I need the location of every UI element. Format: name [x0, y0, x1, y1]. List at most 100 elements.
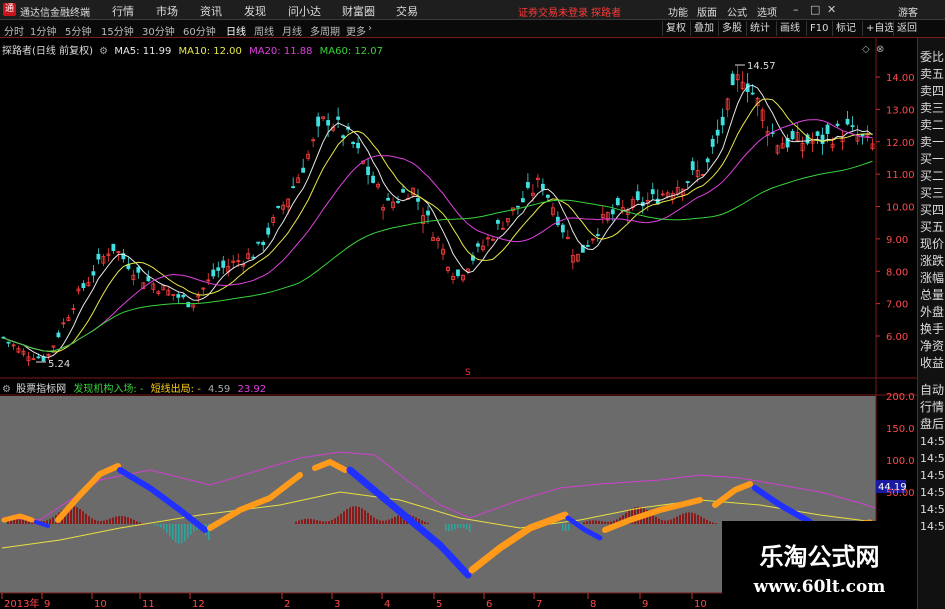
back-button[interactable]: 返回	[893, 21, 920, 36]
more-chevron-icon[interactable]: ›	[368, 23, 372, 34]
hist-bar-red	[49, 519, 51, 524]
close-button[interactable]: ✕	[827, 3, 836, 16]
f10-button[interactable]: F10	[806, 21, 831, 36]
hist-bar-red	[355, 506, 357, 524]
hist-bar-teal	[178, 524, 180, 544]
guest-button[interactable]: 游客	[898, 4, 918, 19]
menu-faxian[interactable]: 发现	[244, 3, 266, 19]
hist-bar-red	[658, 518, 660, 524]
tab-30min[interactable]: 30分钟	[142, 23, 175, 38]
hist-bar-red	[316, 520, 318, 524]
tab-5min[interactable]: 5分钟	[65, 23, 91, 38]
hist-bar-teal	[181, 524, 183, 544]
menu-caifuquan[interactable]: 财富圈	[342, 3, 375, 19]
hist-bar-red	[7, 521, 9, 524]
hist-bar-red	[94, 519, 96, 524]
multi-stock-button[interactable]: 多股	[718, 21, 745, 36]
date-tick-label: 5	[436, 599, 442, 609]
menu-zixun[interactable]: 资讯	[200, 3, 222, 19]
hist-bar-red	[691, 512, 693, 524]
price-tick-label: 11.00	[886, 170, 915, 181]
hist-bar-teal	[562, 524, 564, 531]
price-tick-label: 8.00	[886, 267, 908, 278]
candle-body	[221, 260, 226, 268]
tab-weekly[interactable]: 周线	[254, 23, 274, 38]
hist-bar-red	[373, 517, 375, 524]
menu-wenxiaoda[interactable]: 问小达	[288, 3, 321, 19]
candle-body	[316, 116, 321, 127]
draw-line-button[interactable]: 画线	[776, 21, 803, 36]
sub-info-bar: ⚙ 股票指标网 发现机构入场: - 短线出局: - 4.59 23.92	[2, 380, 266, 395]
hist-bar-red	[319, 520, 321, 524]
hist-bar-red	[76, 507, 78, 524]
hist-bar-red	[688, 512, 690, 524]
date-tick-label: 9	[44, 599, 50, 609]
hist-bar-red	[82, 511, 84, 524]
hist-bar-red	[334, 518, 336, 524]
date-tick-label: 12	[192, 599, 205, 609]
menu-gongneng[interactable]: 功能	[668, 4, 688, 19]
stats-button[interactable]: 统计	[746, 21, 773, 36]
hist-bar-red	[679, 514, 681, 524]
hist-bar-red	[715, 523, 717, 524]
candle-body	[496, 220, 500, 224]
candle-body	[136, 267, 141, 273]
hist-bar-teal	[451, 524, 453, 531]
hist-bar-red	[604, 521, 606, 524]
date-tick-label: 10	[694, 599, 707, 609]
tab-60min[interactable]: 60分钟	[183, 23, 216, 38]
tick-time: 14:50	[920, 503, 945, 516]
tab-more[interactable]: 更多	[346, 23, 366, 38]
tab-monthly[interactable]: 月线	[282, 23, 302, 38]
hist-bar-teal	[469, 524, 471, 533]
close-chart-icon: ⊗	[876, 44, 884, 55]
menu-bar: 通 通达信金融终端 行情 市场 资讯 发现 问小达 财富圈 交易 证券交易未登录…	[0, 0, 945, 20]
menu-hangqing[interactable]: 行情	[112, 3, 134, 19]
hist-bar-red	[682, 513, 684, 524]
candle-body	[595, 234, 600, 236]
price-tick-label: 10.00	[886, 203, 915, 214]
candle-body	[181, 294, 186, 298]
hist-bar-red	[328, 521, 330, 524]
quote-label: 盘后	[920, 417, 945, 431]
fuquan-button[interactable]: 复权	[662, 21, 689, 36]
hist-bar-red	[421, 520, 423, 524]
tab-1min[interactable]: 1分钟	[30, 23, 56, 38]
date-tick-label: 6	[486, 599, 492, 609]
hist-bar-red	[595, 520, 597, 524]
hist-bar-red	[337, 516, 339, 524]
menu-gongshi[interactable]: 公式	[727, 4, 747, 19]
maximize-button[interactable]: □	[810, 3, 820, 16]
candle-body	[366, 166, 370, 176]
hist-bar-red	[85, 513, 87, 524]
hist-bar-teal	[163, 524, 165, 530]
high-price-label: 14.57	[747, 61, 776, 72]
minimize-button[interactable]: –	[793, 3, 799, 16]
tab-daily[interactable]: 日线	[226, 23, 246, 38]
overlay-button[interactable]: 叠加	[690, 21, 717, 36]
hist-bar-red	[676, 516, 678, 524]
hist-bar-teal	[169, 524, 171, 537]
settings-gear-icon[interactable]: ⚙	[99, 46, 108, 57]
hist-bar-red	[589, 520, 591, 524]
mark-button[interactable]: 标记	[832, 21, 859, 36]
hist-bar-red	[592, 520, 594, 524]
menu-jiaoyi[interactable]: 交易	[396, 3, 418, 19]
menu-xuanxiang[interactable]: 选项	[757, 4, 777, 19]
hist-bar-teal	[466, 524, 468, 530]
candle-body	[730, 73, 735, 86]
auto-refresh-label[interactable]: 自动	[920, 381, 944, 398]
candle-body	[850, 125, 855, 128]
quote-label: 收益	[920, 356, 945, 370]
tab-fenshi[interactable]: 分时	[4, 23, 24, 38]
indicator-gear-icon[interactable]: ⚙	[2, 384, 11, 395]
menu-shichang[interactable]: 市场	[156, 3, 178, 19]
hist-bar-red	[673, 518, 675, 524]
hist-bar-red	[298, 520, 300, 524]
candle-body	[216, 267, 221, 271]
candle-body	[401, 189, 405, 193]
candle-body	[610, 209, 615, 215]
menu-banmian[interactable]: 版面	[697, 4, 717, 19]
tab-multi-period[interactable]: 多周期	[310, 23, 340, 38]
tab-15min[interactable]: 15分钟	[101, 23, 134, 38]
